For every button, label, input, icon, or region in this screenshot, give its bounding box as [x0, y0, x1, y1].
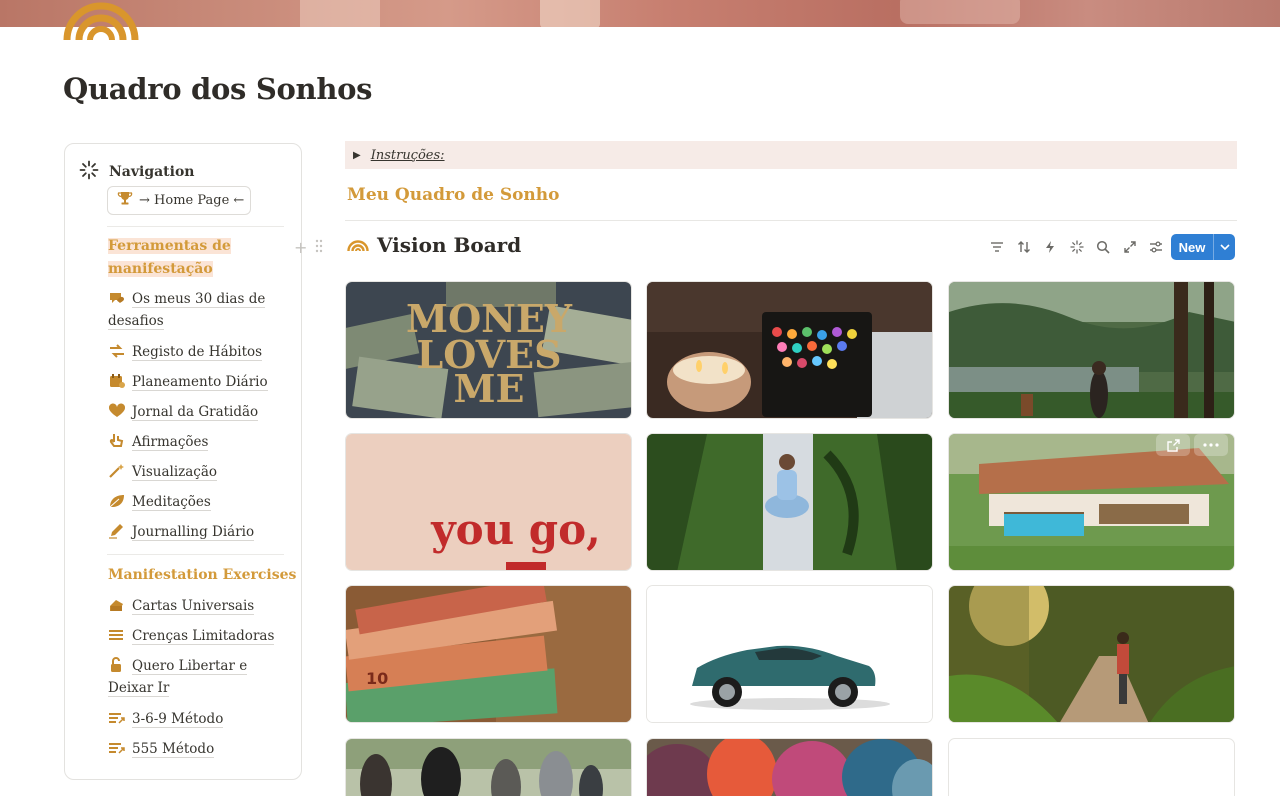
heart-icon	[108, 403, 126, 419]
gallery-card-you-go-girl[interactable]: you go,	[345, 433, 632, 571]
gallery-card-yoga-grass[interactable]	[646, 433, 933, 571]
section-ferramentas: Ferramentas de manifestação	[108, 238, 231, 277]
gallery-card-friends-hiking[interactable]	[345, 738, 632, 796]
svg-text:ME: ME	[453, 366, 524, 411]
navigation-callout: Navigation → Home Page ← Ferramentas de …	[64, 143, 302, 780]
chat-heart-icon	[108, 290, 126, 306]
navigation-title: Navigation	[109, 164, 195, 180]
nav-link-555-metodo[interactable]: 555 Método	[108, 738, 278, 760]
divider	[107, 226, 284, 227]
hand-icon	[108, 433, 126, 449]
pen-icon	[108, 523, 126, 539]
gallery-card-dream-house[interactable]	[948, 433, 1235, 571]
nav-link-planeamento-diario[interactable]: Planeamento Diário	[108, 371, 278, 393]
automation-icon[interactable]	[1037, 234, 1064, 260]
divider	[107, 554, 284, 555]
filter-icon[interactable]	[984, 234, 1011, 260]
page-title: Quadro dos Sonhos	[63, 72, 373, 106]
rainbow-page-icon[interactable]	[63, 0, 139, 40]
nav-link-quero-libertar[interactable]: Quero Libertar e Deixar Ir	[108, 655, 278, 699]
unlock-icon	[108, 657, 126, 673]
gallery-card-teal-suv[interactable]	[646, 585, 933, 723]
cards-icon	[108, 597, 126, 613]
list-icon	[108, 627, 126, 643]
card-hover-tools	[1156, 434, 1228, 456]
nav-link-crencas-limitadoras[interactable]: Crenças Limitadoras	[108, 625, 278, 647]
divider	[345, 220, 1237, 221]
calendar-icon	[108, 373, 126, 389]
add-block-icon[interactable]: +	[294, 238, 307, 257]
you-go-text: you go,	[430, 505, 601, 554]
gallery-card-empty[interactable]	[948, 738, 1235, 796]
instructions-label: Instruções:	[370, 147, 445, 163]
search-icon[interactable]	[1090, 234, 1117, 260]
chevron-down-icon[interactable]	[1214, 243, 1235, 251]
sort-icon[interactable]	[1011, 234, 1038, 260]
list-arrow-icon	[108, 710, 126, 726]
drag-handle-icon[interactable]	[315, 238, 323, 257]
arrows-icon	[108, 343, 126, 359]
section-manifestation-exercises: Manifestation Exercises	[108, 567, 297, 583]
nav-link-cartas-universais[interactable]: Cartas Universais	[108, 595, 278, 617]
home-page-label: → Home Page ←	[139, 193, 245, 208]
svg-text:10: 10	[366, 669, 388, 688]
magic-wand-icon	[108, 463, 126, 479]
nav-link-369-metodo[interactable]: 3-6-9 Método	[108, 708, 278, 730]
gallery-card-euro-banknotes[interactable]: 10	[345, 585, 632, 723]
dream-board-heading: Meu Quadro de Sonho	[347, 185, 560, 205]
nav-link-jornal-gratidao[interactable]: Jornal da Gratidão	[108, 401, 278, 423]
gallery-card-candle-markers[interactable]	[646, 281, 933, 419]
expand-icon[interactable]	[1117, 234, 1144, 260]
open-link-icon[interactable]	[1156, 434, 1190, 456]
nav-link-registo-habitos[interactable]: Registo de Hábitos	[108, 341, 278, 363]
new-button-label: New	[1178, 239, 1206, 255]
new-button[interactable]: New	[1171, 234, 1235, 260]
more-options-icon[interactable]	[1194, 434, 1228, 456]
leaf-icon	[108, 493, 126, 509]
settings-icon[interactable]	[1143, 234, 1170, 260]
ai-sparkle-icon[interactable]	[1064, 234, 1091, 260]
toggle-triangle-icon[interactable]: ▶	[353, 150, 361, 161]
nav-link-meditacoes[interactable]: Meditações	[108, 491, 278, 513]
gallery-card-money-loves-me[interactable]: MONEY LOVES ME	[345, 281, 632, 419]
page-cover	[0, 0, 1280, 27]
nav-link-30-dias[interactable]: Os meus 30 dias de desafios	[108, 288, 278, 332]
home-page-button[interactable]: → Home Page ←	[107, 186, 251, 215]
instructions-toggle[interactable]: ▶ Instruções:	[345, 141, 1237, 169]
nav-link-visualizacao[interactable]: Visualização	[108, 461, 278, 483]
gallery-card-colorful-yarn[interactable]	[646, 738, 933, 796]
navigation-header: Navigation	[79, 160, 194, 184]
gallery-card-sunlit-path[interactable]	[948, 585, 1235, 723]
rainbow-icon	[347, 236, 369, 255]
block-handle[interactable]: +	[294, 238, 323, 257]
gallery-card-woman-nature[interactable]	[948, 281, 1235, 419]
nav-link-journalling-diario[interactable]: Journalling Diário	[108, 521, 278, 543]
trophy-icon	[117, 191, 133, 210]
list-arrow-icon	[108, 740, 126, 756]
nav-link-afirmacoes[interactable]: Afirmações	[108, 431, 278, 453]
loading-burst-icon	[79, 160, 99, 184]
database-toolbar	[984, 234, 1170, 260]
database-title[interactable]: Vision Board	[347, 233, 521, 257]
